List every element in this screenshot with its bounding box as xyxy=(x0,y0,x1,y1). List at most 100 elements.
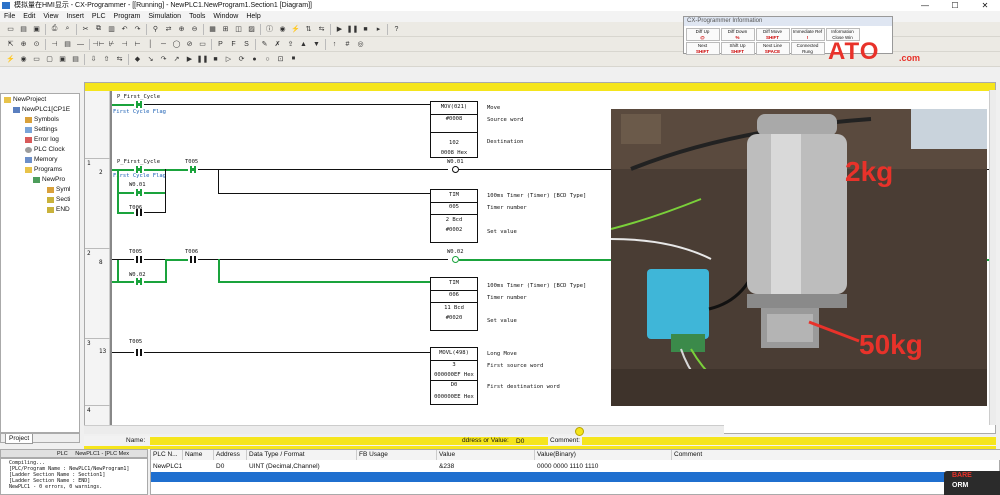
monitor-icon[interactable]: ◉ xyxy=(278,24,288,34)
watch-col-data-type[interactable]: Data Type / Format xyxy=(247,450,357,460)
zoom-fit-icon[interactable]: ⊙ xyxy=(32,39,42,49)
help-icon[interactable]: ? xyxy=(392,24,402,34)
contact-or-icon[interactable]: ⊣ xyxy=(120,39,130,49)
tree-item-section1[interactable]: Secti xyxy=(47,196,70,203)
menu-program[interactable]: Program xyxy=(114,11,141,22)
sim-run-icon[interactable]: ▷ xyxy=(224,54,234,64)
contact-t006[interactable] xyxy=(188,256,198,263)
differentiate-icon[interactable]: ↑ xyxy=(330,39,340,49)
menu-window[interactable]: Window xyxy=(213,11,238,22)
zoom-out-icon[interactable]: ⊖ xyxy=(190,24,200,34)
cross-ref-icon[interactable]: ⊞ xyxy=(221,24,231,34)
address-icon[interactable]: ▨ xyxy=(247,24,257,34)
compare-icon[interactable]: ⇆ xyxy=(317,24,327,34)
sim-pause-icon[interactable]: ❚❚ xyxy=(197,54,209,64)
properties-icon[interactable]: ◫ xyxy=(234,24,244,34)
instruction-mov[interactable]: MOV(021) #0008 102 0008 Hex xyxy=(430,101,478,158)
close-button[interactable]: ✕ xyxy=(970,0,1000,11)
contact-w0-02[interactable] xyxy=(134,278,144,285)
contact-w0-01[interactable] xyxy=(134,189,144,196)
watch-cell-address[interactable]: D0 xyxy=(214,462,224,472)
watch-cell-fb-usage[interactable] xyxy=(357,462,359,472)
print-icon[interactable]: ⎙ xyxy=(50,24,60,34)
address-input[interactable]: D0 xyxy=(514,437,548,445)
online-send-icon[interactable]: ⇪ xyxy=(286,39,296,49)
sim-play-icon[interactable]: ▶ xyxy=(185,54,195,64)
online-edit-icon[interactable]: ✎ xyxy=(260,39,270,49)
print-preview-icon[interactable]: ⌕ xyxy=(63,24,73,34)
watch-cell-data-type[interactable]: UINT (Decimal,Channel) xyxy=(247,462,320,472)
instruction-movl[interactable]: MOVL(498) 3 000000EF Hex D0 000000EE Hex xyxy=(430,347,478,405)
watch-col-plc-name[interactable]: PLC N... xyxy=(151,450,183,460)
plc-online-icon[interactable]: ⚡ xyxy=(6,54,16,64)
contact-t006[interactable] xyxy=(134,209,144,216)
coil-icon[interactable]: ◯ xyxy=(172,39,182,49)
grid-icon[interactable]: ▦ xyxy=(208,24,218,34)
undo-icon[interactable]: ↶ xyxy=(120,24,130,34)
redo-icon[interactable]: ↷ xyxy=(133,24,143,34)
pt-download-icon[interactable]: ⇩ xyxy=(89,54,99,64)
online-cancel-icon[interactable]: ✗ xyxy=(273,39,283,49)
horizontal-line-icon[interactable]: ─ xyxy=(159,39,169,49)
sim-step-over-icon[interactable]: ↷ xyxy=(159,54,169,64)
watch-selected-row[interactable] xyxy=(151,472,1000,482)
tree-item-newplc1[interactable]: NewPLC1[CP1E xyxy=(13,106,70,113)
maximize-button[interactable]: ☐ xyxy=(940,0,970,11)
menu-edit[interactable]: Edit xyxy=(23,11,35,22)
run-mode-icon[interactable]: ▤ xyxy=(71,54,81,64)
fb-icon[interactable]: F xyxy=(229,39,239,49)
contact-t005[interactable] xyxy=(134,256,144,263)
tree-item-newprogram[interactable]: NewPro xyxy=(33,176,65,183)
watch-cell-comment[interactable] xyxy=(672,462,674,472)
watch-col-comment[interactable]: Comment xyxy=(672,450,1000,460)
watch-col-address[interactable]: Address xyxy=(214,450,247,460)
tree-item-settings[interactable]: Settings xyxy=(25,126,58,133)
transfer-icon[interactable]: ⇅ xyxy=(304,24,314,34)
watch-col-name[interactable]: Name xyxy=(183,450,214,460)
menu-simulation[interactable]: Simulation xyxy=(148,11,181,22)
run-icon[interactable]: ▶ xyxy=(335,24,345,34)
tree-item-programs[interactable]: Programs xyxy=(25,166,62,173)
tree-item-symbols-local[interactable]: Syml xyxy=(47,186,70,193)
info-icon[interactable]: ⓘ xyxy=(265,24,275,34)
watch-cell-name[interactable] xyxy=(183,462,185,472)
force-on-icon[interactable]: ▲ xyxy=(299,39,309,49)
coil-nc-icon[interactable]: ⊘ xyxy=(185,39,195,49)
monitor-mode-icon[interactable]: ▣ xyxy=(58,54,68,64)
set-value-icon[interactable]: # xyxy=(343,39,353,49)
tree-item-end[interactable]: END xyxy=(47,206,70,213)
paste-icon[interactable]: ▥ xyxy=(107,24,117,34)
comment-icon[interactable]: ▤ xyxy=(63,39,73,49)
sim-step-out-icon[interactable]: ↗ xyxy=(172,54,182,64)
tree-item-plc-clock[interactable]: PLC Clock xyxy=(25,146,65,153)
watch-cell-value-binary[interactable]: 0000 0000 1110 1110 xyxy=(535,462,598,472)
output-tab-newplc1[interactable]: NewPLC1 - [PLC Mex xyxy=(75,451,129,457)
plc-monitor-icon[interactable]: ◉ xyxy=(19,54,29,64)
tree-item-newproject[interactable]: NewProject xyxy=(4,96,46,103)
select-icon[interactable]: ⇱ xyxy=(6,39,16,49)
watch-col-value[interactable]: Value xyxy=(437,450,535,460)
pt-upload-icon[interactable]: ⇧ xyxy=(102,54,112,64)
contact-t005[interactable] xyxy=(134,349,144,356)
force-off-icon[interactable]: ▼ xyxy=(312,39,322,49)
find-icon[interactable]: ⚲ xyxy=(151,24,161,34)
online-icon[interactable]: ⚡ xyxy=(291,24,301,34)
copy-icon[interactable]: ⧉ xyxy=(94,24,104,34)
contact-ornot-icon[interactable]: ⊢ xyxy=(133,39,143,49)
contact-p-first-cycle[interactable] xyxy=(134,166,144,173)
sim-scan-icon[interactable]: ⟳ xyxy=(237,54,247,64)
menu-tools[interactable]: Tools xyxy=(189,11,205,22)
open-icon[interactable]: ▤ xyxy=(19,24,29,34)
instruction-tim[interactable]: TIM 005 2 Bcd #0002 xyxy=(430,189,478,243)
sim-stop-icon[interactable]: ■ xyxy=(211,54,221,64)
pt-icon[interactable]: P xyxy=(216,39,226,49)
step-icon[interactable]: ▸ xyxy=(374,24,384,34)
replace-icon[interactable]: ⇄ xyxy=(164,24,174,34)
instruction-tim[interactable]: TIM 006 11 Bcd #0020 xyxy=(430,277,478,331)
sim-end-icon[interactable]: ⏹ xyxy=(289,54,299,64)
st-icon[interactable]: S xyxy=(242,39,252,49)
minimize-button[interactable]: — xyxy=(910,0,940,11)
tree-item-error-log[interactable]: Error log xyxy=(25,136,59,143)
menu-file[interactable]: File xyxy=(4,11,15,22)
pt-compare-icon[interactable]: ⇆ xyxy=(115,54,125,64)
